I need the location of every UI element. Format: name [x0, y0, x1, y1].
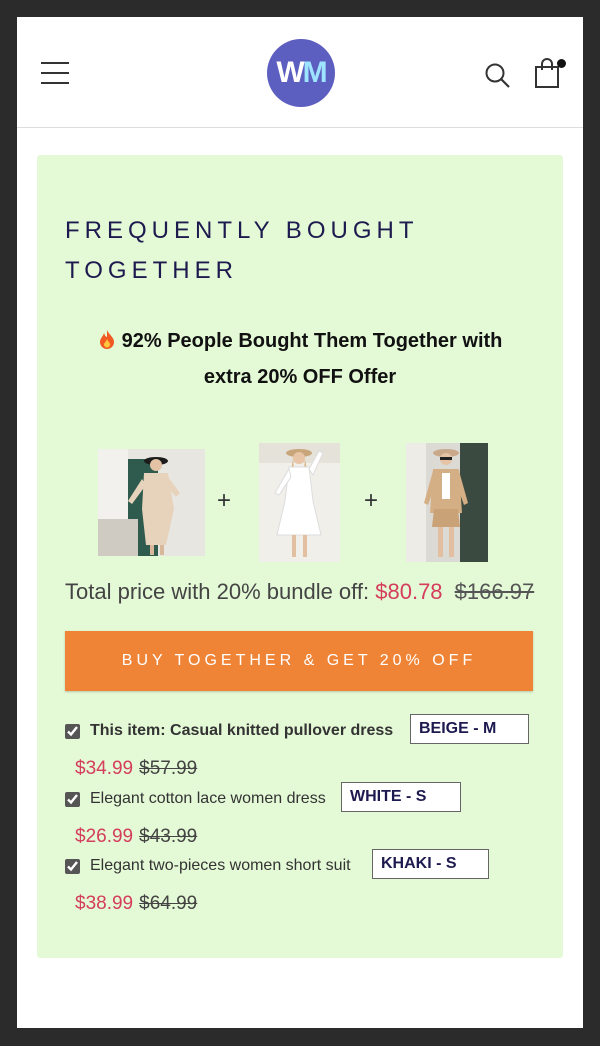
item-3-original-price: $64.99	[139, 893, 198, 914]
total-sale-price: $80.78	[375, 579, 443, 604]
logo-letter-m: M	[302, 56, 328, 89]
item-2-sale-price: $26.99	[75, 826, 134, 847]
item-2-variant-select[interactable]: WHITE - S	[341, 782, 461, 812]
item-1-name: This item: Casual knitted pullover dress	[90, 722, 394, 739]
shopping-bag-icon[interactable]	[533, 57, 566, 91]
search-icon[interactable]	[484, 62, 512, 90]
hamburger-menu-icon[interactable]	[41, 62, 69, 84]
offer-line-2: extra 20% OFF Offer	[203, 366, 397, 388]
bundle-total-price: Total price with 20% bundle off: $80.78 …	[65, 579, 534, 605]
mobile-screen: WM FREQUENTLY BOUGHT TOGETHER 92% People…	[17, 17, 583, 1028]
item-1-sale-price: $34.99	[75, 758, 134, 779]
brand-logo[interactable]: WM	[267, 39, 335, 107]
item-1-checkbox[interactable]	[65, 724, 80, 739]
panel-title: FREQUENTLY BOUGHT TOGETHER	[65, 217, 419, 284]
logo-letter-w: W	[276, 56, 304, 89]
item-1-variant-select[interactable]: BEIGE - M	[410, 714, 529, 744]
plus-sign-2: +	[364, 487, 379, 514]
cart-badge-dot	[557, 59, 566, 68]
item-2-checkbox[interactable]	[65, 792, 80, 807]
item-3-checkbox[interactable]	[65, 859, 80, 874]
item-3-prices: $38.99 $64.99	[75, 893, 197, 915]
item-2-prices: $26.99 $43.99	[75, 826, 197, 848]
total-original-price: $166.97	[454, 579, 535, 604]
item-3-variant-select[interactable]: KHAKI - S	[372, 849, 489, 879]
buy-together-button[interactable]: BUY TOGETHER & GET 20% OFF	[65, 631, 533, 691]
offer-text: 92% People Bought Them Together with ext…	[37, 323, 563, 395]
product-image-lace-dress[interactable]	[259, 443, 340, 562]
site-header: WM	[17, 17, 583, 128]
item-1-original-price: $57.99	[139, 758, 198, 779]
plus-sign-1: +	[217, 487, 232, 514]
product-image-knit-dress[interactable]	[98, 449, 205, 556]
bundle-panel: FREQUENTLY BOUGHT TOGETHER 92% People Bo…	[37, 155, 563, 958]
product-image-short-suit[interactable]	[406, 443, 488, 562]
item-3-name: Elegant two-pieces women short suit	[90, 857, 351, 874]
item-2-name: Elegant cotton lace women dress	[90, 790, 326, 807]
fire-icon	[98, 325, 116, 349]
item-3-sale-price: $38.99	[75, 893, 134, 914]
offer-line-1: 92% People Bought Them Together with	[121, 330, 503, 352]
item-1-prices: $34.99 $57.99	[75, 758, 197, 780]
item-2-original-price: $43.99	[139, 826, 198, 847]
total-label: Total price with 20% bundle off:	[65, 579, 370, 604]
